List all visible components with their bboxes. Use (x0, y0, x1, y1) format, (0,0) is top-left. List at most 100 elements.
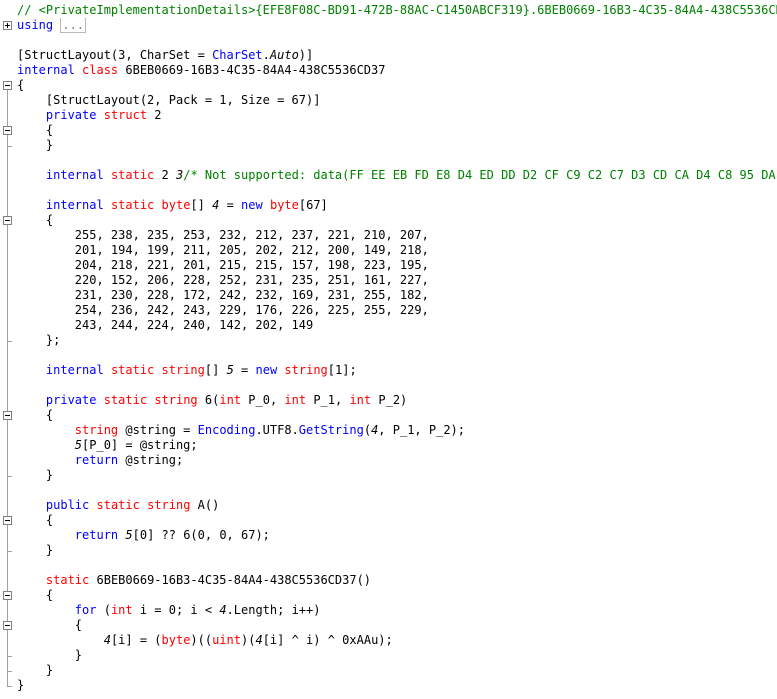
code-token: /* Not supported: data(FF EE EB FD E8 D4… (183, 168, 777, 182)
code-line: 201, 194, 199, 211, 205, 202, 212, 200, … (0, 243, 777, 258)
code-token: } (17, 543, 54, 557)
code-token: 255, 238, 235, 253, 232, 212, 237, 221, … (17, 228, 429, 242)
code-text: static 6BEB0669-16B3-4C35-84A4-438C5536C… (17, 573, 371, 588)
code-text: } (17, 468, 53, 483)
code-token: @string = (118, 423, 198, 437)
code-token: byte (161, 633, 191, 647)
code-text: { (17, 78, 24, 93)
code-line: private static string 6(int P_0, int P_1… (0, 393, 777, 408)
code-token: { (17, 408, 54, 422)
code-token: uint (212, 633, 242, 647)
code-line: { (0, 408, 777, 423)
code-text: public static string A() (17, 498, 219, 513)
code-line: static 6BEB0669-16B3-4C35-84A4-438C5536C… (0, 573, 777, 588)
code-line: 243, 244, 224, 240, 142, 202, 149 (0, 318, 777, 333)
code-text: { (17, 408, 53, 423)
code-line: public static string A() (0, 498, 777, 513)
code-token: 2 (147, 108, 162, 122)
code-line: { (0, 513, 777, 528)
code-token: )(( (190, 633, 213, 647)
code-text: { (17, 123, 53, 138)
code-token: for (74, 603, 97, 617)
code-text: using ... (17, 18, 87, 33)
code-token: Encoding (197, 423, 256, 437)
code-text: 231, 230, 228, 172, 242, 232, 169, 231, … (17, 288, 429, 303)
code-token: 2 (154, 168, 176, 182)
code-token: private (45, 393, 97, 407)
code-token: [P_0] = @string; (82, 438, 198, 452)
code-text: string @string = Encoding.UTF8.GetString… (17, 423, 465, 438)
code-token: }; (17, 333, 61, 347)
code-token: 5 (74, 438, 83, 452)
code-token: = (233, 363, 256, 377)
code-token: P_0, (241, 393, 285, 407)
code-token: )( (241, 633, 256, 647)
collapse-icon[interactable] (3, 591, 12, 600)
code-token: 231, 230, 228, 172, 242, 232, 169, 231, … (17, 288, 429, 302)
code-token: } (17, 648, 83, 662)
code-editor[interactable]: // <PrivateImplementationDetails>{EFE8F0… (0, 0, 777, 699)
code-token: static (103, 393, 148, 407)
code-line: // <PrivateImplementationDetails>{EFE8F0… (0, 3, 777, 18)
code-line: 255, 238, 235, 253, 232, 212, 237, 221, … (0, 228, 777, 243)
code-token: { (17, 588, 54, 602)
code-token: P_1, (306, 393, 350, 407)
code-line: 4[i] = (byte)((uint)(4[i] ^ i) ^ 0xAAu); (0, 633, 777, 648)
collapse-icon[interactable] (3, 621, 12, 630)
code-line: [StructLayout(3, CharSet = CharSet.Auto)… (0, 48, 777, 63)
code-token: .Length; i++) (226, 603, 321, 617)
code-token: 5 (226, 363, 234, 377)
collapsed-region[interactable]: ... (60, 18, 87, 33)
collapse-icon[interactable] (3, 81, 12, 90)
code-text: 5[P_0] = @string; (17, 438, 198, 453)
code-text: }; (17, 333, 60, 348)
code-text: [StructLayout(2, Pack = 1, Size = 67)] (17, 93, 321, 108)
code-token: { (17, 513, 54, 527)
code-token: string (74, 423, 119, 437)
code-token: string (161, 363, 205, 377)
code-token: class (82, 63, 119, 77)
code-text: } (17, 648, 82, 663)
code-token: [StructLayout(3, CharSet = (17, 48, 213, 62)
code-token: [StructLayout(2, Pack = 1, Size = 67)] (17, 93, 321, 107)
code-token: Auto (269, 48, 299, 62)
code-token: 6BEB0669-16B3-4C35-84A4-438C5536CD37() (89, 573, 372, 587)
code-token: 4 (103, 633, 111, 647)
code-token: byte (269, 198, 299, 212)
code-line: { (0, 618, 777, 633)
collapse-icon[interactable] (3, 126, 12, 135)
code-token: } (17, 678, 25, 692)
code-line: }; (0, 333, 777, 348)
code-token: static (96, 498, 140, 512)
collapse-icon[interactable] (3, 216, 12, 225)
code-token: } (17, 138, 54, 152)
code-token: P_2) (371, 393, 408, 407)
collapse-icon[interactable] (3, 411, 12, 420)
code-token: [i] ^ i) ^ 0xAAu); (262, 633, 393, 647)
expand-icon[interactable] (3, 21, 12, 30)
code-token: } (17, 663, 54, 677)
code-line: string @string = Encoding.UTF8.GetString… (0, 423, 777, 438)
code-token: [] (190, 198, 213, 212)
collapse-icon[interactable] (3, 516, 12, 525)
code-text: 204, 218, 221, 201, 215, 215, 157, 198, … (17, 258, 429, 273)
code-token: internal (17, 63, 75, 77)
code-token: @string; (118, 453, 184, 467)
code-text: { (17, 213, 53, 228)
code-token: string (154, 393, 198, 407)
code-token: static (110, 168, 155, 182)
